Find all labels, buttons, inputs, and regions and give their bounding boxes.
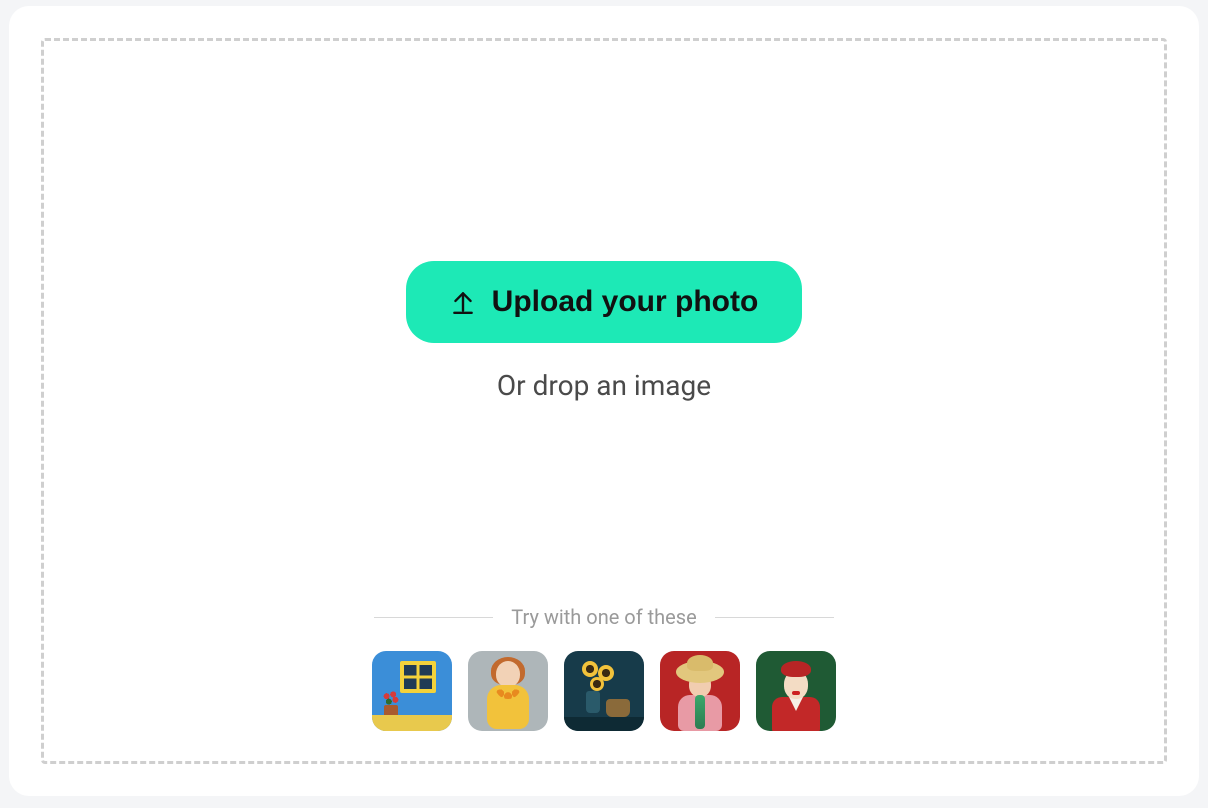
upload-icon: [450, 289, 476, 315]
samples-header: Try with one of these: [374, 605, 834, 629]
sample-thumb[interactable]: [660, 651, 740, 731]
samples-row: [372, 651, 836, 731]
upload-button-label: Upload your photo: [492, 285, 759, 319]
divider-line: [374, 617, 493, 618]
drop-hint-text: Or drop an image: [497, 369, 711, 402]
upload-card: Upload your photo Or drop an image Try w…: [9, 6, 1199, 796]
sample-thumb[interactable]: [564, 651, 644, 731]
dropzone[interactable]: Upload your photo Or drop an image Try w…: [41, 38, 1167, 764]
sample-thumb[interactable]: [756, 651, 836, 731]
upload-button[interactable]: Upload your photo: [406, 261, 803, 343]
divider-line: [715, 617, 834, 618]
upload-center: Upload your photo Or drop an image: [406, 261, 803, 402]
sample-thumb[interactable]: [468, 651, 548, 731]
sample-thumb[interactable]: [372, 651, 452, 731]
samples-section: Try with one of these: [44, 605, 1164, 731]
samples-title: Try with one of these: [511, 605, 696, 629]
